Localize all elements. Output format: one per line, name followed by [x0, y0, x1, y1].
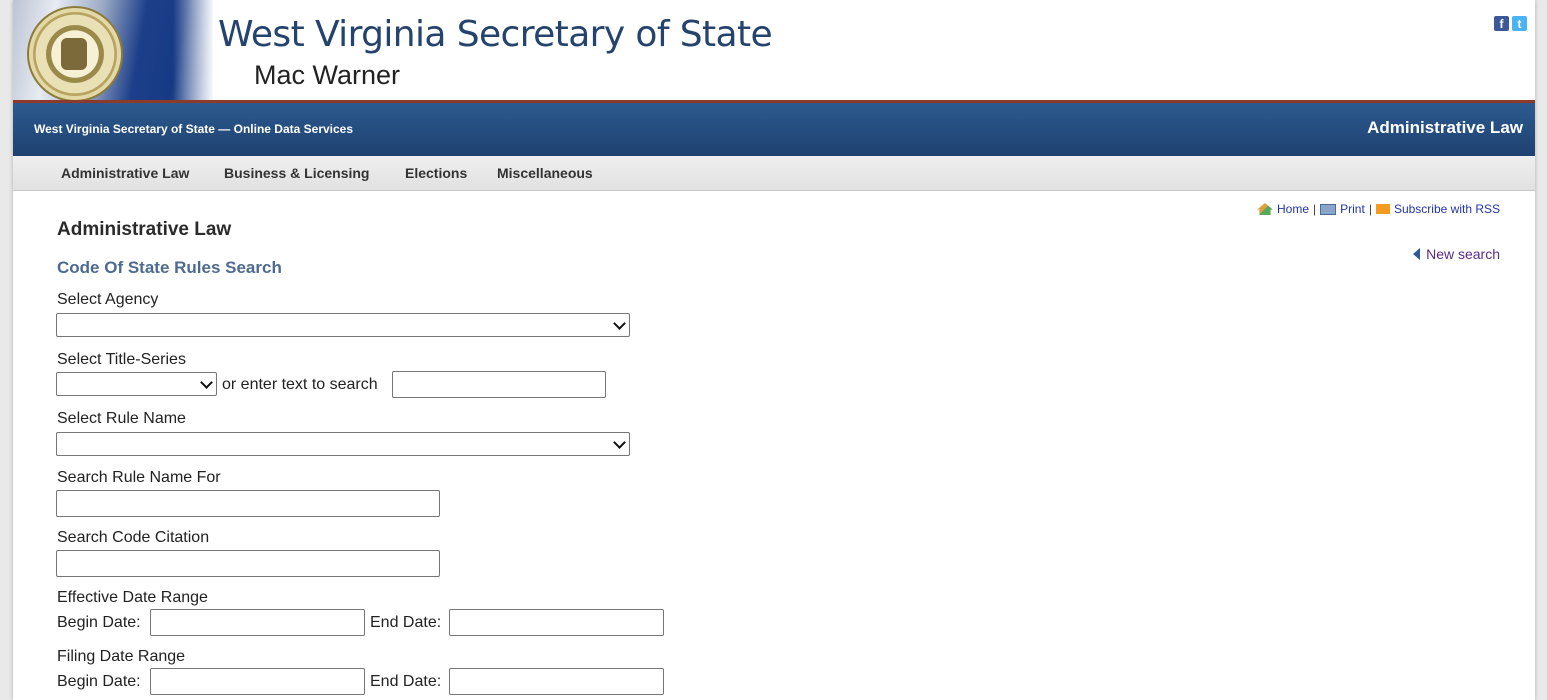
services-bar: West Virginia Secretary of State — Onlin…: [13, 103, 1535, 156]
separator: |: [1313, 202, 1317, 216]
chevron-down-icon: [613, 436, 626, 449]
new-search-label[interactable]: New search: [1426, 246, 1500, 262]
nav-item-business-licensing[interactable]: Business & Licensing: [224, 165, 369, 181]
filing-end-date-label: End Date:: [370, 673, 442, 690]
effective-date-range-label: Effective Date Range: [57, 589, 208, 606]
or-search-text: or enter text to search: [222, 376, 378, 393]
separator: |: [1368, 202, 1372, 216]
site-title[interactable]: West Virginia Secretary of State: [218, 14, 773, 55]
title-series-search-input[interactable]: [392, 371, 606, 398]
new-search-link[interactable]: New search: [1413, 246, 1500, 262]
rss-link[interactable]: Subscribe with RSS: [1394, 202, 1500, 216]
arrow-left-icon: [1413, 248, 1421, 260]
flag-image: [13, 0, 213, 100]
main-nav: Administrative Law Business & Licensing …: [13, 156, 1535, 191]
print-link[interactable]: Print: [1340, 202, 1365, 216]
rule-name-search-input[interactable]: [56, 490, 440, 517]
rss-icon: [1375, 204, 1390, 214]
nav-item-elections[interactable]: Elections: [405, 165, 467, 181]
select-rule-name-label: Select Rule Name: [57, 410, 186, 427]
rule-name-select[interactable]: [56, 432, 630, 456]
search-code-citation-label: Search Code Citation: [57, 529, 210, 546]
nav-item-miscellaneous[interactable]: Miscellaneous: [497, 165, 593, 181]
section-title: Administrative Law: [1367, 118, 1523, 137]
filing-begin-date-label: Begin Date:: [57, 673, 141, 690]
effective-begin-date-input[interactable]: [150, 609, 365, 636]
facebook-icon[interactable]: f: [1494, 16, 1509, 31]
header-banner: West Virginia Secretary of State Mac War…: [13, 0, 1535, 100]
print-icon: [1320, 203, 1337, 215]
filing-begin-date-input[interactable]: [150, 668, 365, 695]
select-agency-label: Select Agency: [57, 291, 159, 308]
social-links: f t: [1494, 16, 1527, 31]
page-frame: West Virginia Secretary of State Mac War…: [13, 0, 1535, 700]
filing-end-date-input[interactable]: [449, 668, 664, 695]
select-title-series-label: Select Title-Series: [57, 351, 186, 368]
filing-date-range-label: Filing Date Range: [57, 648, 186, 665]
state-seal-icon: [27, 6, 123, 100]
services-bar-title[interactable]: West Virginia Secretary of State — Onlin…: [34, 122, 353, 136]
agency-select[interactable]: [56, 313, 630, 337]
chevron-down-icon: [613, 317, 626, 330]
utility-links: Home | Print | Subscribe with RSS: [1257, 202, 1500, 216]
twitter-icon[interactable]: t: [1512, 16, 1527, 31]
title-series-select[interactable]: [56, 372, 217, 396]
effective-end-date-label: End Date:: [370, 614, 442, 631]
effective-begin-date-label: Begin Date:: [57, 614, 141, 631]
home-icon: [1257, 203, 1273, 215]
site-subtitle: Mac Warner: [254, 60, 401, 90]
effective-end-date-input[interactable]: [449, 609, 664, 636]
search-form-title: Code Of State Rules Search: [57, 258, 282, 277]
page-title: Administrative Law: [57, 219, 232, 240]
chevron-down-icon: [200, 376, 213, 389]
nav-item-administrative-law[interactable]: Administrative Law: [61, 165, 189, 181]
home-link[interactable]: Home: [1277, 202, 1309, 216]
code-citation-input[interactable]: [56, 550, 440, 577]
search-rule-name-label: Search Rule Name For: [57, 469, 221, 486]
